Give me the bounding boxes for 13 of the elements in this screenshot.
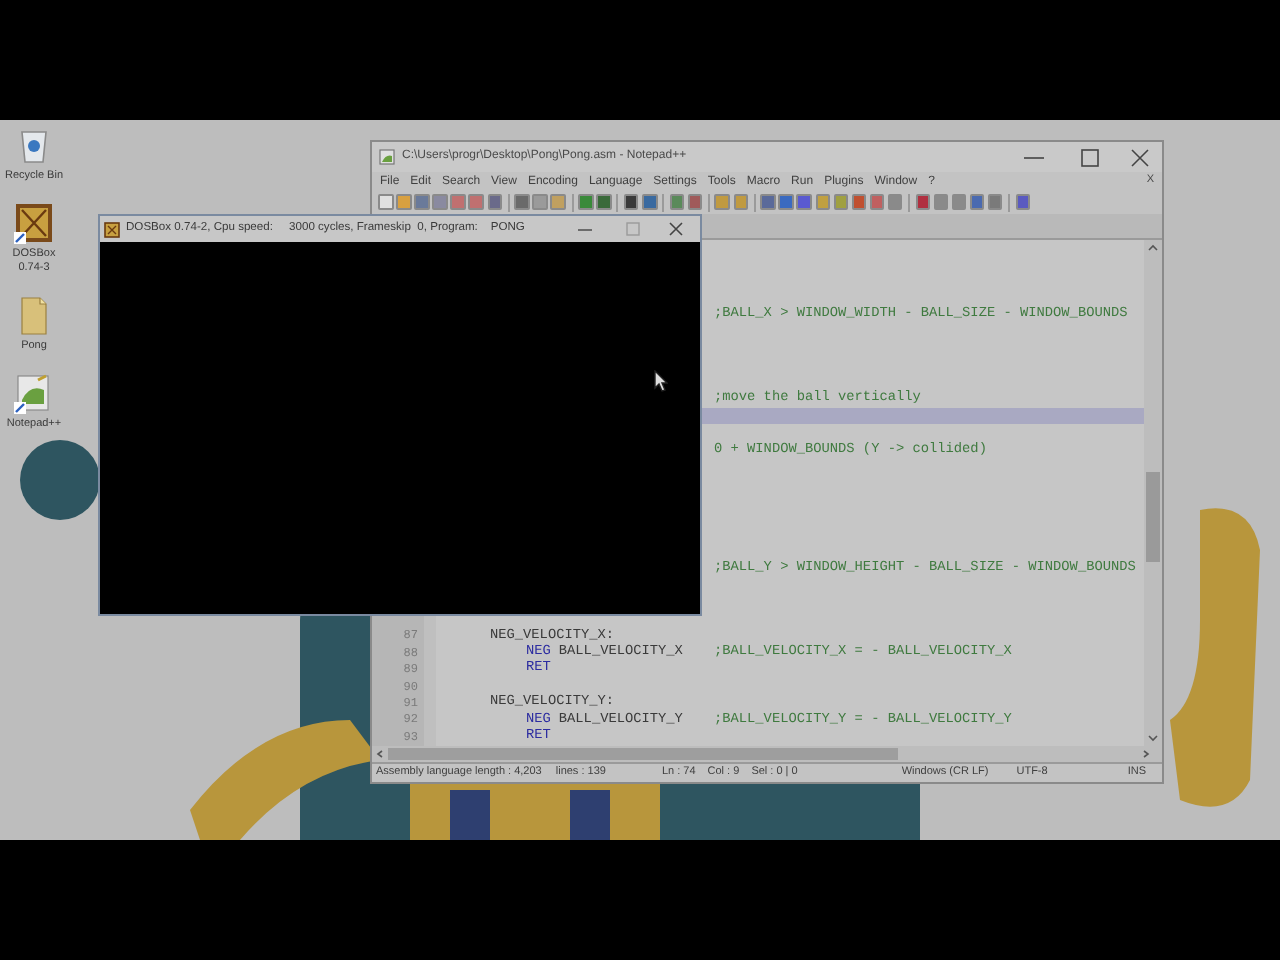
maximize-icon	[626, 222, 640, 236]
horizontal-scrollbar[interactable]	[372, 746, 1162, 762]
vertical-scrollbar[interactable]	[1144, 239, 1162, 746]
scrollbar-thumb[interactable]	[1146, 471, 1160, 561]
app-icon	[378, 148, 396, 166]
scrollbar-thumb[interactable]	[388, 748, 898, 760]
scroll-left-icon[interactable]	[372, 746, 388, 762]
mouse-cursor-icon	[654, 370, 668, 392]
wallpaper-circle	[20, 440, 100, 520]
scroll-up-icon[interactable]	[1144, 239, 1162, 255]
dosbox-logo-icon	[104, 221, 120, 237]
scroll-down-icon[interactable]	[1144, 730, 1162, 746]
dosbox-logo-icon[interactable]	[12, 202, 56, 246]
